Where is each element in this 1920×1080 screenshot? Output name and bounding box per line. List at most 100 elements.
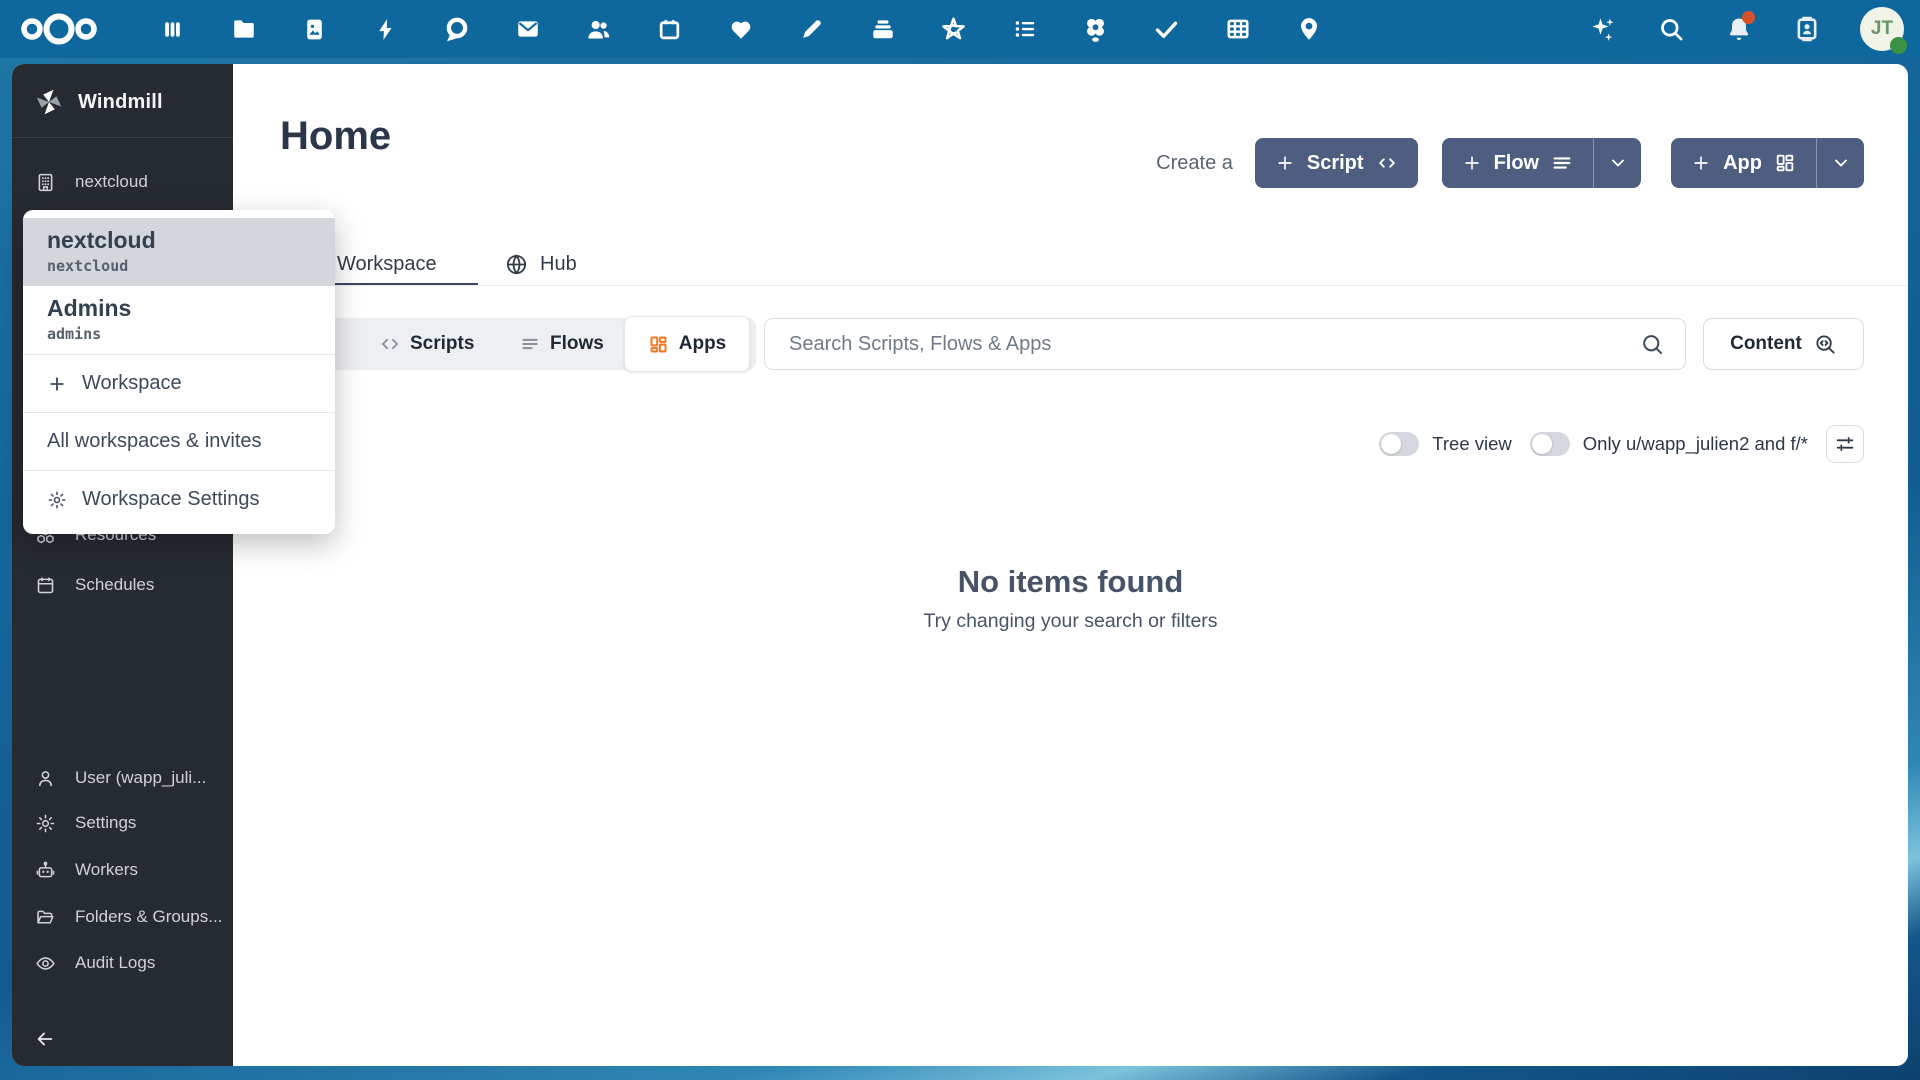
workspace-option-nextcloud[interactable]: nextcloud nextcloud bbox=[23, 218, 335, 286]
calendar-icon[interactable] bbox=[656, 16, 683, 43]
plus-icon bbox=[47, 374, 67, 394]
deck-icon[interactable] bbox=[869, 16, 896, 43]
gear-icon bbox=[34, 812, 56, 834]
empty-state: No items found Try changing your search … bbox=[233, 564, 1908, 633]
contacts-menu-icon[interactable] bbox=[1792, 14, 1822, 44]
avatar-initials: JT bbox=[1871, 18, 1893, 40]
empty-state-subtitle: Try changing your search or filters bbox=[233, 610, 1908, 633]
flower-app-icon[interactable] bbox=[1082, 16, 1109, 43]
sidebar-item-settings[interactable]: Settings bbox=[12, 799, 233, 847]
app-title: Windmill bbox=[78, 91, 163, 114]
view-options-row: Tree view Only u/wapp_julien2 and f/* bbox=[1379, 422, 1864, 466]
add-workspace-item[interactable]: Workspace bbox=[23, 355, 335, 412]
create-app-dropdown[interactable] bbox=[1816, 138, 1864, 188]
sidebar-item-user[interactable]: User (wapp_juli... bbox=[12, 754, 233, 802]
create-flow-dropdown[interactable] bbox=[1593, 138, 1641, 188]
talk-icon[interactable] bbox=[443, 16, 470, 43]
windmill-brand[interactable]: Windmill bbox=[12, 76, 233, 128]
sidebar-item-workspace-nextcloud[interactable]: nextcloud bbox=[12, 158, 233, 206]
sidebar-item-folders-groups[interactable]: Folders & Groups... bbox=[12, 893, 233, 941]
workspace-id: admins bbox=[47, 325, 311, 343]
arrow-left-icon bbox=[34, 1028, 56, 1050]
sliders-icon bbox=[1834, 433, 1856, 455]
nextcloud-app-nav bbox=[159, 0, 1322, 58]
empty-state-title: No items found bbox=[233, 564, 1908, 600]
notifications-bell-icon[interactable] bbox=[1724, 14, 1754, 44]
only-owner-toggle[interactable] bbox=[1530, 432, 1570, 456]
folder-open-icon bbox=[34, 906, 56, 928]
tasks-check-icon[interactable] bbox=[1153, 16, 1180, 43]
plus-icon bbox=[1691, 153, 1711, 173]
display-settings-button[interactable] bbox=[1826, 425, 1864, 463]
page-title: Home bbox=[280, 114, 391, 159]
search-icon[interactable] bbox=[1640, 332, 1665, 357]
content-search-button[interactable]: Content bbox=[1703, 318, 1864, 370]
notes-list-icon[interactable] bbox=[1011, 16, 1038, 43]
sidebar-item-label: Audit Logs bbox=[75, 953, 155, 973]
recognize-star-icon[interactable] bbox=[940, 16, 967, 43]
sidebar-item-label: Workers bbox=[75, 860, 138, 880]
building-icon bbox=[34, 171, 56, 193]
code-icon bbox=[1376, 152, 1398, 174]
sidebar-item-audit-logs[interactable]: Audit Logs bbox=[12, 939, 233, 987]
all-workspaces-item[interactable]: All workspaces & invites bbox=[23, 413, 335, 470]
plus-icon bbox=[1275, 153, 1295, 173]
filter-apps-selected[interactable]: Apps bbox=[624, 316, 750, 372]
add-workspace-label: Workspace bbox=[82, 372, 182, 395]
sidebar-item-schedules[interactable]: Schedules bbox=[12, 561, 233, 609]
tab-hub-label: Hub bbox=[540, 253, 577, 276]
photos-icon[interactable] bbox=[301, 16, 328, 43]
search-box bbox=[764, 318, 1686, 370]
tree-view-toggle[interactable] bbox=[1379, 432, 1419, 456]
toggle-knob bbox=[1381, 434, 1401, 454]
mail-icon[interactable] bbox=[514, 16, 541, 43]
sidebar-item-label: Schedules bbox=[75, 575, 154, 595]
tabs-bottom-border bbox=[233, 285, 1908, 286]
workspace-option-admins[interactable]: Admins admins bbox=[23, 286, 335, 354]
user-avatar[interactable]: JT bbox=[1860, 7, 1904, 51]
search-icon[interactable] bbox=[1656, 14, 1686, 44]
workspace-settings-item[interactable]: Workspace Settings bbox=[23, 471, 335, 528]
tab-hub[interactable]: Hub bbox=[505, 242, 577, 286]
notification-dot bbox=[1742, 11, 1755, 24]
contacts-icon[interactable] bbox=[585, 16, 612, 43]
maps-icon[interactable] bbox=[1295, 16, 1322, 43]
search-code-icon bbox=[1814, 333, 1837, 356]
filter-apps-label: Apps bbox=[679, 333, 727, 355]
workspace-name: nextcloud bbox=[47, 227, 311, 254]
activity-icon[interactable] bbox=[372, 16, 399, 43]
create-script-label: Script bbox=[1307, 152, 1364, 175]
code-icon bbox=[380, 334, 400, 354]
search-input[interactable] bbox=[765, 333, 1640, 356]
main-content: Home Create a Script Flow bbox=[233, 64, 1908, 1066]
create-flow-main[interactable]: Flow bbox=[1442, 138, 1594, 188]
all-workspaces-label: All workspaces & invites bbox=[47, 430, 262, 453]
chevron-down-icon bbox=[1831, 153, 1851, 173]
filter-flows-label: Flows bbox=[550, 333, 604, 355]
dashboard-icon[interactable] bbox=[159, 16, 186, 43]
nextcloud-logo-icon[interactable] bbox=[18, 12, 100, 46]
tables-icon[interactable] bbox=[1224, 16, 1251, 43]
workspace-name: Admins bbox=[47, 295, 311, 322]
files-icon[interactable] bbox=[230, 16, 257, 43]
filter-scripts[interactable]: Scripts bbox=[380, 318, 474, 370]
sidebar-item-label: nextcloud bbox=[75, 172, 148, 192]
sidebar-item-workers[interactable]: Workers bbox=[12, 846, 233, 894]
sidebar-collapse-button[interactable] bbox=[12, 1015, 233, 1063]
create-script-button[interactable]: Script bbox=[1255, 138, 1418, 188]
assistant-sparkles-icon[interactable] bbox=[1588, 14, 1618, 44]
windmill-logo-icon bbox=[34, 87, 64, 117]
gear-icon bbox=[47, 490, 67, 510]
sidebar-item-label: Folders & Groups... bbox=[75, 907, 222, 927]
robot-icon bbox=[34, 859, 56, 881]
content-button-label: Content bbox=[1730, 333, 1802, 355]
health-heart-icon[interactable] bbox=[727, 16, 754, 43]
only-owner-label: Only u/wapp_julien2 and f/* bbox=[1583, 433, 1808, 455]
workspace-settings-label: Workspace Settings bbox=[82, 488, 260, 511]
create-app-label: App bbox=[1723, 152, 1762, 175]
globe-icon bbox=[505, 253, 528, 276]
filter-flows[interactable]: Flows bbox=[520, 318, 604, 370]
notes-pencil-icon[interactable] bbox=[798, 16, 825, 43]
create-app-main[interactable]: App bbox=[1671, 138, 1816, 188]
sidebar-item-label: User (wapp_juli... bbox=[75, 768, 206, 788]
